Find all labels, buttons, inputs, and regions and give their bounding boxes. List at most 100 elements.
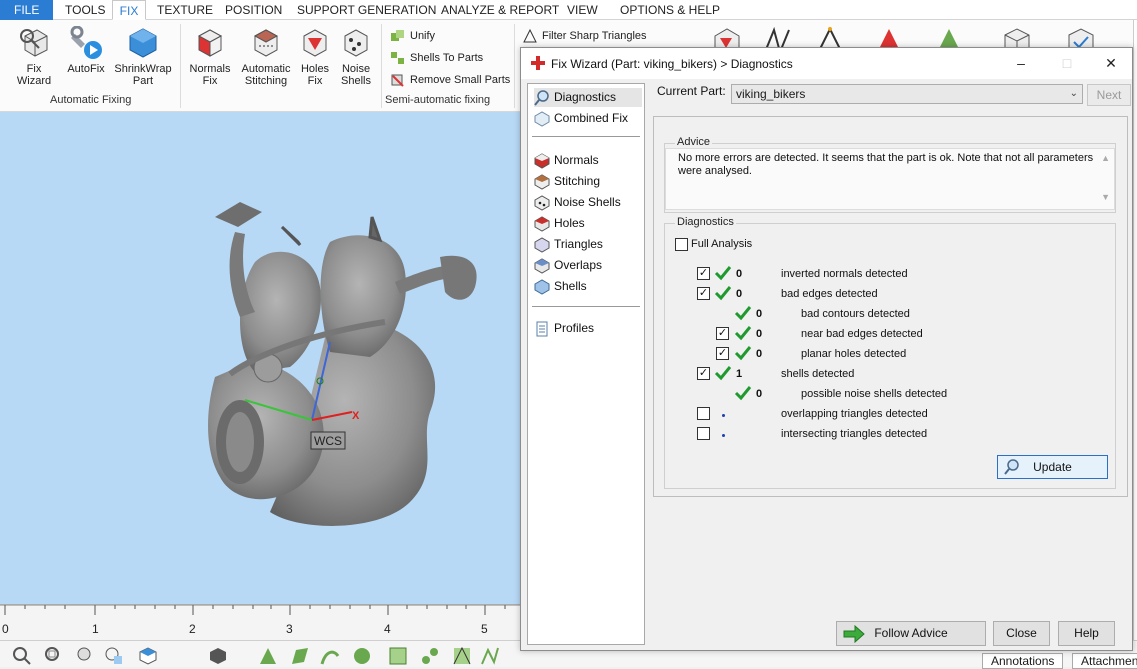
current-part-select[interactable]: viking_bikers ⌄ [731,84,1083,104]
zoom-icon[interactable] [12,646,32,666]
view-cube-icon[interactable] [138,646,158,666]
row-checkbox[interactable]: ✓ [716,327,729,340]
tab-options-help[interactable]: OPTIONS & HELP [620,0,720,20]
triangles-nav-icon [534,237,550,253]
unify-button[interactable]: Unify [388,26,435,46]
next-button[interactable]: Next [1087,84,1131,106]
tab-analyze-report[interactable]: ANALYZE & REPORT [441,0,559,20]
tab-file[interactable]: FILE [0,0,54,20]
planar-holes-count: 0 [756,348,763,360]
fix-wizard-button[interactable]: Fix Wizard [12,26,56,87]
advice-textbox[interactable]: No more errors are detected. It seems th… [665,148,1115,210]
tab-tools[interactable]: TOOLS [65,0,105,20]
nav-diagnostics[interactable]: Diagnostics [534,88,642,107]
row-checkbox[interactable] [697,407,710,420]
zoom-part-icon[interactable] [104,646,124,666]
x-axis-label: X [352,410,360,422]
stitching-icon [253,29,279,57]
noise-shells-nav-icon [534,195,550,211]
autofix-icon [70,26,102,59]
close-button[interactable]: Close [993,621,1050,646]
normals-fix-icon [197,29,223,57]
tab-support-generation[interactable]: SUPPORT GENERATION [297,0,436,20]
holes-fix-button[interactable]: Holes Fix [298,26,332,87]
viking-bikers-model[interactable] [0,112,522,604]
filter-sharp-triangles-button[interactable]: Filter Sharp Triangles [520,26,647,46]
scroll-up-icon[interactable]: ▲ [1101,152,1110,165]
help-button[interactable]: Help [1058,621,1115,646]
autofix-button[interactable]: AutoFix [64,26,108,75]
nav-separator [532,136,640,137]
green-globe-icon[interactable] [352,646,372,666]
nav-combined-fix[interactable]: Combined Fix [534,109,642,128]
dialog-title: Fix Wizard (Part: viking_bikers) > Diagn… [551,57,793,71]
tab-view[interactable]: VIEW [567,0,598,20]
tab-fix[interactable]: FIX [112,0,146,20]
green-select-icon[interactable] [388,646,408,666]
row-checkbox[interactable]: ✓ [697,287,710,300]
scroll-down-icon[interactable]: ▼ [1101,191,1110,204]
normals-fix-button[interactable]: Normals Fix [187,26,233,87]
automatic-stitching-button[interactable]: Automatic Stitching [238,26,294,87]
diagnostics-group: Diagnostics Full Analysis ✓ 0 inverted n… [664,216,1116,489]
fix-wizard-icon [20,29,48,57]
row-checkbox[interactable]: ✓ [697,367,710,380]
filter-sharp-triangles-icon [523,28,537,43]
nav-holes[interactable]: Holes [534,214,642,233]
green-check-icon [714,266,732,281]
ruler-tick-label: 1 [92,622,99,636]
shrinkwrap-part-button[interactable]: ShrinkWrap Part [112,26,174,87]
pending-dot-icon [722,414,725,417]
ruler-ticks [0,605,522,615]
diagnostics-title: Diagnostics [675,216,736,228]
green-curve-icon[interactable] [320,646,340,666]
remove-small-parts-button[interactable]: Remove Small Parts [388,70,510,90]
minimize-button[interactable]: – [1011,54,1031,72]
tab-texture[interactable]: TEXTURE [157,0,213,20]
zoom-window-icon[interactable] [44,646,64,666]
wcs-label: WCS [314,434,342,448]
row-checkbox[interactable]: ✓ [697,267,710,280]
nav-shells[interactable]: Shells [534,277,642,296]
shells-to-parts-button[interactable]: Shells To Parts [388,48,483,68]
green-wire-icon[interactable] [480,646,500,666]
maximize-button[interactable]: □ [1057,54,1077,72]
zoom-selection-icon[interactable] [76,646,96,666]
tab-position[interactable]: POSITION [225,0,282,20]
green-arrow-icon[interactable] [258,646,278,666]
dialog-titlebar[interactable]: Fix Wizard (Part: viking_bikers) > Diagn… [521,48,1132,79]
wizard-nav-panel: Diagnostics Combined Fix Normals Stitchi… [527,83,645,645]
main-panel: Advice No more errors are detected. It s… [653,116,1128,497]
bad-contours-count: 0 [756,308,763,320]
nav-profiles[interactable]: Profiles [534,319,642,338]
nav-triangles[interactable]: Triangles [534,235,642,254]
update-button[interactable]: Update [997,455,1108,479]
green-check-icon [734,306,752,321]
full-analysis-checkbox[interactable] [675,238,688,251]
planar-holes-text: planar holes detected [801,348,907,360]
green-check-icon [714,366,732,381]
green-link-icon[interactable] [420,646,440,666]
solid-cube-icon[interactable] [208,646,228,666]
nav-noise-shells[interactable]: Noise Shells [534,193,642,212]
close-window-button[interactable]: ✕ [1101,54,1121,72]
follow-advice-button[interactable]: Follow Advice [836,621,986,646]
green-mesh-icon[interactable] [452,646,472,666]
nav-overlaps[interactable]: Overlaps [534,256,642,275]
bad-edges-text: bad edges detected [781,288,878,300]
3d-viewport[interactable]: WCS X [0,112,522,642]
ruler-tick-label: 0 [2,622,9,636]
nav-normals[interactable]: Normals [534,151,642,170]
noise-shells-button[interactable]: Noise Shells [338,26,374,87]
stitching-nav-icon [534,174,550,190]
nav-stitching[interactable]: Stitching [534,172,642,191]
automatic-fixing-label: Automatic Fixing [50,94,132,106]
ruler: 0 1 2 3 4 5 [0,604,522,640]
noise-shells-icon [344,29,368,57]
row-checkbox[interactable]: ✓ [716,347,729,360]
advice-group: Advice No more errors are detected. It s… [664,136,1116,213]
green-shape-icon[interactable] [290,646,310,666]
shells-to-parts-icon [391,52,404,64]
row-checkbox[interactable] [697,427,710,440]
green-check-icon [714,286,732,301]
